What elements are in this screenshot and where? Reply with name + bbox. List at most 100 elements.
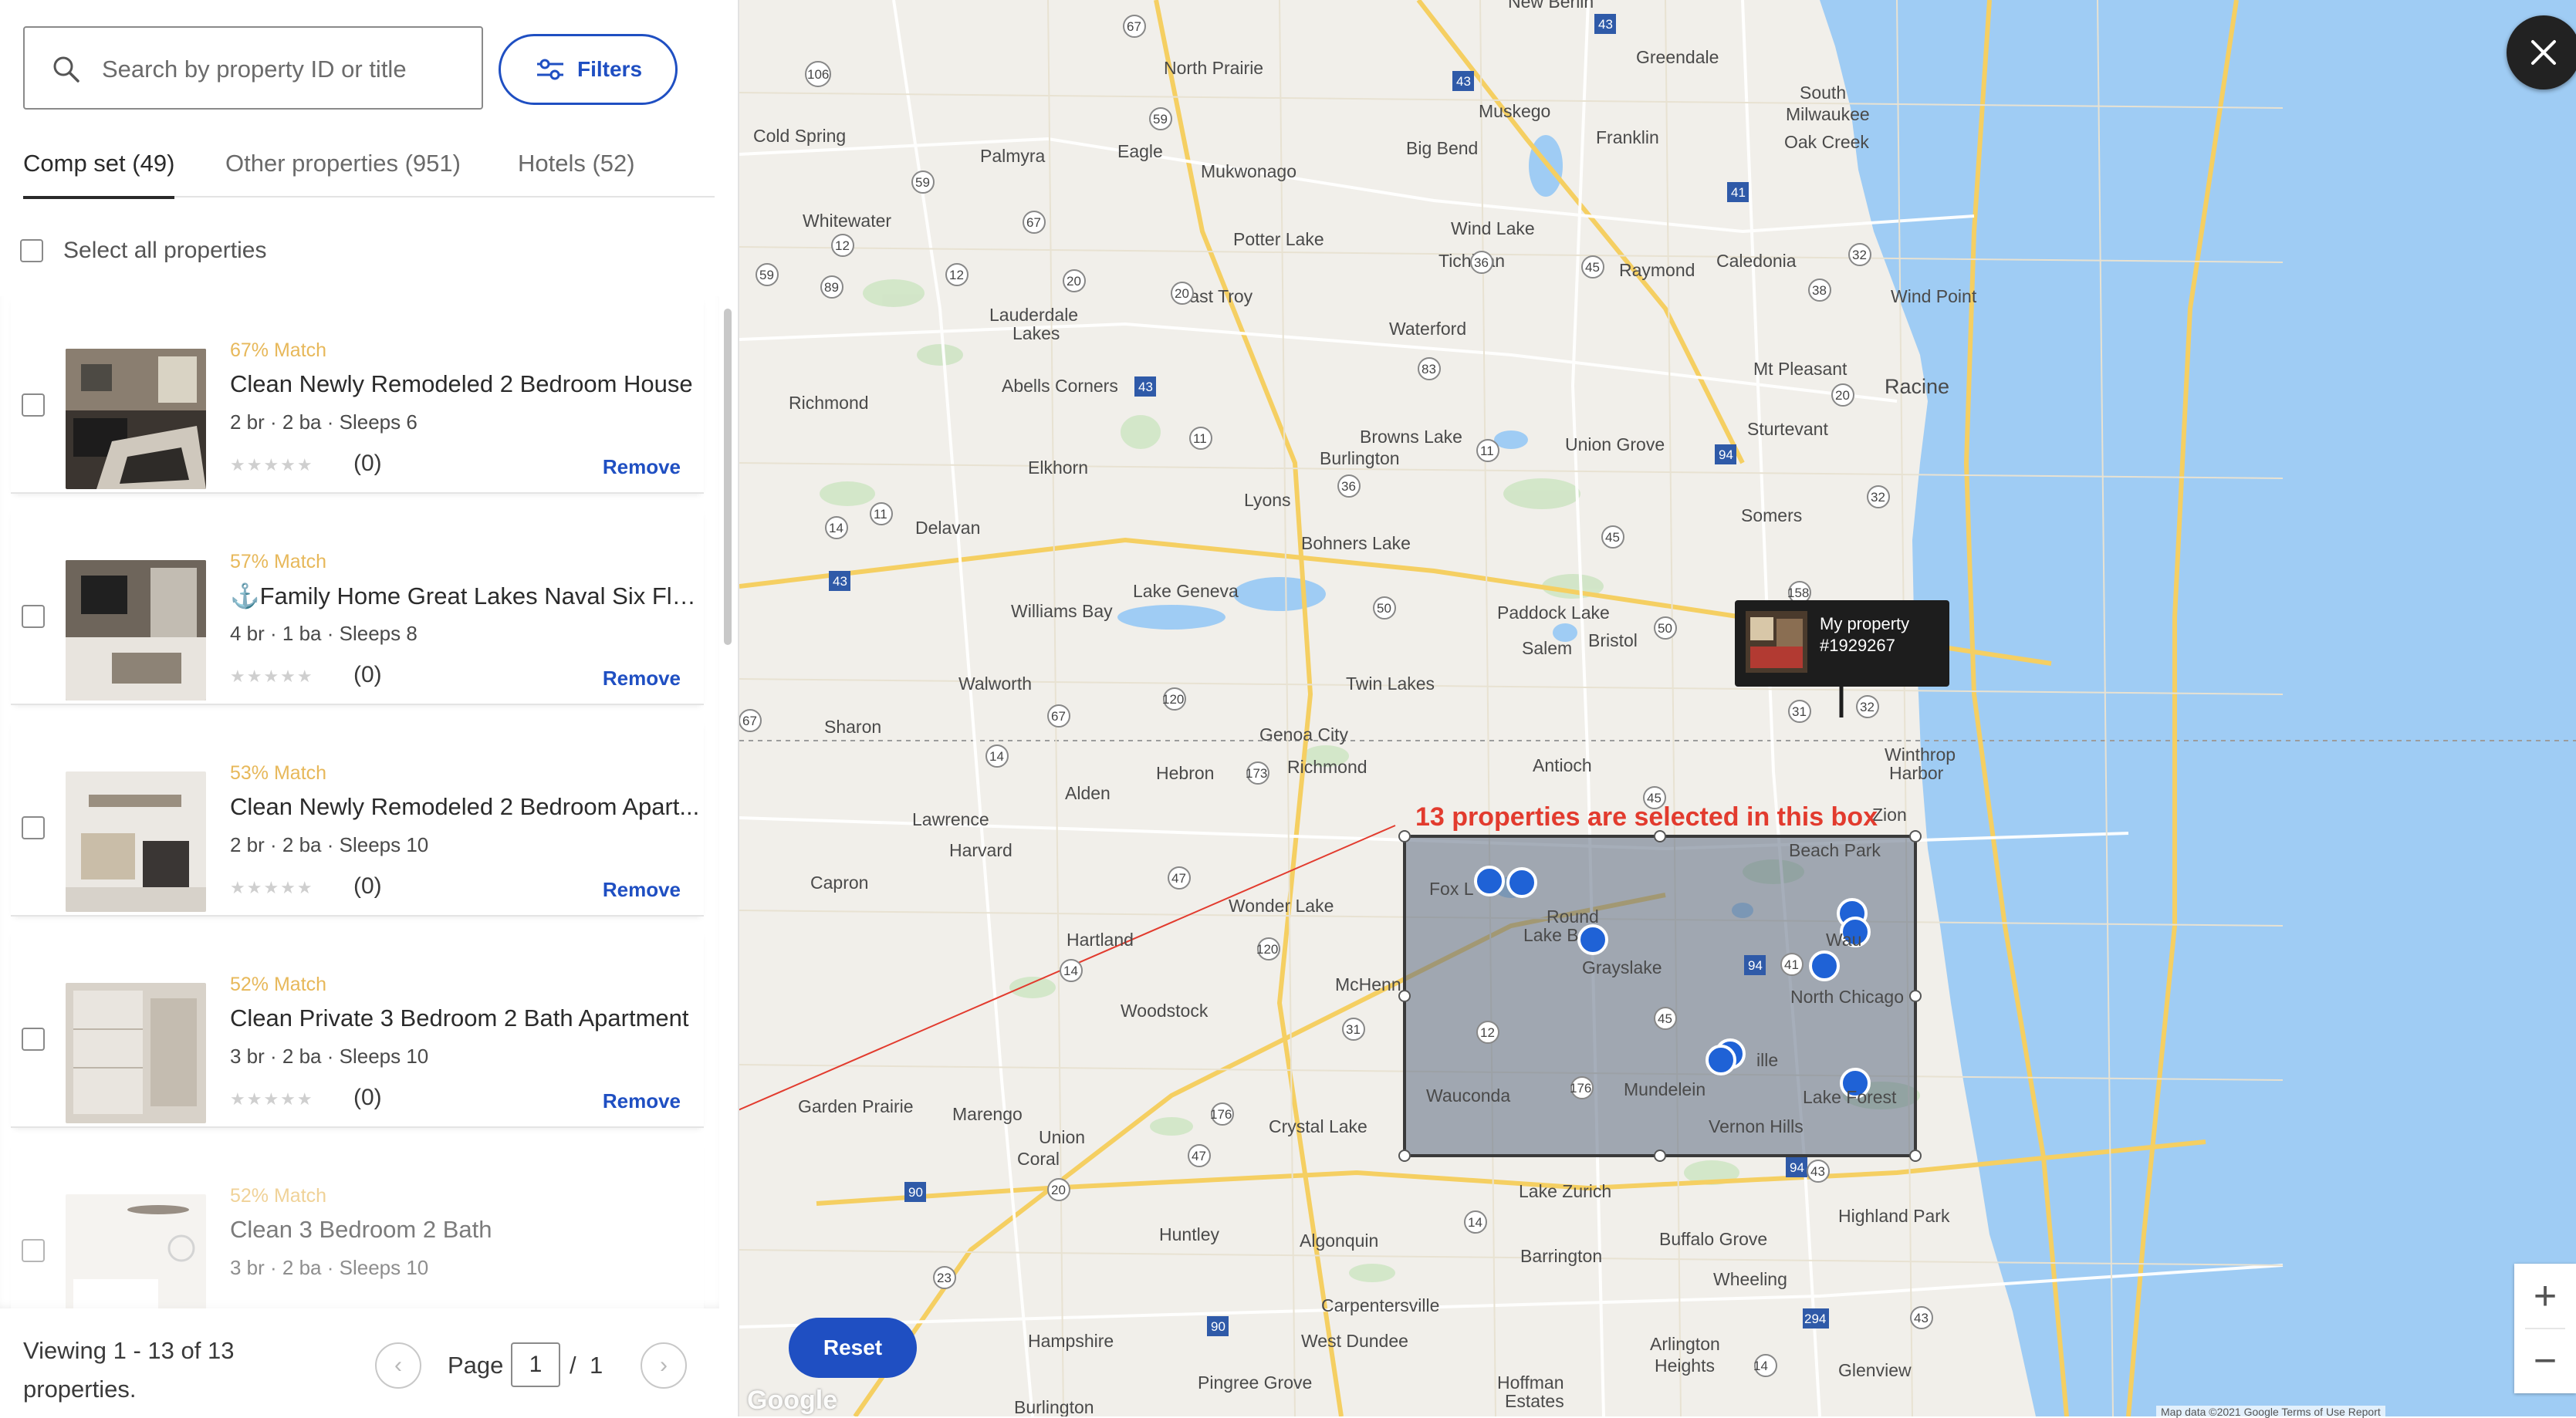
property-checkbox[interactable]	[22, 605, 45, 628]
map-place-label: Estates	[1505, 1391, 1564, 1411]
map-place-label: Hebron	[1156, 763, 1214, 783]
search-icon	[53, 56, 79, 83]
svg-text:43: 43	[1456, 74, 1471, 89]
map-place-label: Beach Park	[1789, 840, 1881, 860]
map-place-label: Crystal Lake	[1269, 1116, 1367, 1136]
review-count: (0)	[353, 1085, 382, 1110]
svg-text:14: 14	[1753, 1359, 1768, 1373]
svg-text:45: 45	[1658, 1011, 1672, 1026]
property-title[interactable]: Clean Newly Remodeled 2 Bedroom House	[230, 370, 708, 398]
svg-text:32: 32	[1860, 700, 1875, 714]
viewing-count: Viewing 1 - 13 of 13 properties.	[23, 1337, 235, 1403]
svg-text:41: 41	[1731, 185, 1746, 200]
map-place-label: Franklin	[1596, 127, 1659, 147]
property-checkbox[interactable]	[22, 816, 45, 839]
search-box[interactable]	[23, 26, 483, 110]
map-tiles[interactable]: North Prairie Greendale South Milwaukee …	[739, 0, 2576, 1416]
map-place-label: Barrington	[1520, 1246, 1602, 1266]
property-details: 2 br · 2 ba · Sleeps 6	[230, 410, 418, 434]
property-list[interactable]: 67% Match Clean Newly Remodeled 2 Bedroo…	[0, 296, 719, 1308]
filters-button[interactable]: Filters	[499, 34, 678, 105]
map-canvas[interactable]: North Prairie Greendale South Milwaukee …	[739, 0, 2576, 1416]
search-input[interactable]	[100, 49, 466, 89]
map-place-label: Antioch	[1533, 755, 1592, 775]
pagination-bar: Viewing 1 - 13 of 13 properties. ‹ Page …	[0, 1308, 738, 1416]
svg-text:43: 43	[1598, 17, 1613, 32]
map-place-label: Eagle	[1117, 141, 1163, 161]
zoom-in-button[interactable]: +	[2514, 1264, 2576, 1329]
svg-text:43: 43	[833, 574, 847, 589]
list-item[interactable]: 67% Match Clean Newly Remodeled 2 Bedroo…	[11, 296, 704, 494]
map-place-label: Oak Creek	[1784, 132, 1869, 152]
selection-annotation: 13 properties are selected in this box	[1415, 802, 1878, 832]
map-place-label: Burlington	[1320, 448, 1400, 468]
map-place-label: Lauderdale	[989, 305, 1078, 325]
svg-text:67: 67	[1127, 19, 1141, 34]
map-place-label: Hampshire	[1028, 1331, 1114, 1351]
remove-button[interactable]: Remove	[603, 667, 681, 690]
map-place-label: Wind Lake	[1451, 218, 1535, 238]
reset-button[interactable]: Reset	[789, 1318, 917, 1378]
map-place-label: Lakes	[1012, 323, 1060, 343]
map-place-label: Williams Bay	[1011, 601, 1113, 621]
map-place-label: Buffalo Grove	[1659, 1229, 1767, 1249]
svg-text:45: 45	[1585, 260, 1600, 275]
list-item[interactable]: 53% Match Clean Newly Remodeled 2 Bedroo…	[11, 719, 704, 917]
svg-text:89: 89	[824, 280, 839, 295]
list-item[interactable]: 52% Match Clean Private 3 Bedroom 2 Bath…	[11, 930, 704, 1128]
remove-button[interactable]: Remove	[603, 1089, 681, 1113]
remove-button[interactable]: Remove	[603, 455, 681, 479]
page-label: Page	[448, 1352, 504, 1379]
property-popup[interactable]: My property #1929267	[1735, 600, 1949, 687]
map-place-label: Genoa City	[1259, 724, 1349, 744]
list-item[interactable]: 52% Match Clean 3 Bedroom 2 Bath 3 br · …	[11, 1142, 704, 1308]
zoom-out-button[interactable]: −	[2514, 1329, 2576, 1393]
tab-other-properties[interactable]: Other properties (951)	[225, 150, 461, 177]
tab-hotels[interactable]: Hotels (52)	[518, 150, 635, 177]
remove-button[interactable]: Remove	[603, 878, 681, 902]
svg-text:59: 59	[1153, 112, 1168, 127]
property-checkbox[interactable]	[22, 393, 45, 417]
review-count: (0)	[353, 662, 382, 687]
select-all-checkbox[interactable]	[20, 239, 43, 262]
svg-text:83: 83	[1422, 362, 1436, 376]
page-input[interactable]: 1	[511, 1342, 560, 1387]
map-place-label: Big Bend	[1406, 138, 1478, 158]
chevron-left-icon: ‹	[394, 1352, 402, 1378]
tab-comp-set[interactable]: Comp set (49)	[23, 150, 175, 199]
svg-text:31: 31	[1792, 704, 1807, 719]
svg-text:12: 12	[835, 238, 850, 253]
svg-text:11: 11	[874, 507, 887, 522]
property-title[interactable]: Clean Private 3 Bedroom 2 Bath Apartment	[230, 1004, 708, 1032]
property-details: 3 br · 2 ba · Sleeps 10	[230, 1256, 429, 1279]
svg-text:176: 176	[1570, 1081, 1591, 1096]
svg-text:59: 59	[915, 175, 930, 190]
map-place-label: Abells Corners	[1002, 376, 1118, 396]
list-item[interactable]: 57% Match ⚓Family Home Great Lakes Naval…	[11, 508, 708, 705]
svg-text:12: 12	[949, 268, 964, 282]
property-title[interactable]: ⚓Family Home Great Lakes Naval Six Flag.…	[230, 582, 708, 610]
property-title[interactable]: Clean Newly Remodeled 2 Bedroom Apart...	[230, 793, 708, 821]
map-place-label: South	[1800, 83, 1846, 103]
star-rating: ★★★★★	[230, 455, 314, 474]
property-checkbox[interactable]	[22, 1028, 45, 1051]
svg-text:20: 20	[1175, 286, 1189, 301]
star-rating: ★★★★★	[230, 878, 314, 897]
select-all-row[interactable]: Select all properties	[20, 238, 266, 264]
property-checkbox[interactable]	[22, 1239, 45, 1262]
list-scrollbar-thumb[interactable]	[724, 309, 732, 645]
next-page-button[interactable]: ›	[641, 1342, 687, 1389]
svg-text:38: 38	[1812, 283, 1827, 298]
map-place-label: Highland Park	[1838, 1206, 1950, 1226]
map-place-label: Carpentersville	[1321, 1295, 1439, 1315]
map-place-label: Lawrence	[912, 809, 989, 829]
svg-text:41: 41	[1784, 957, 1799, 972]
map-place-label: Paddock Lake	[1497, 603, 1610, 623]
map-place-label: Grayslake	[1582, 957, 1662, 977]
close-button[interactable]	[2507, 15, 2576, 89]
property-title[interactable]: Clean 3 Bedroom 2 Bath	[230, 1216, 708, 1244]
map-place-label: Arlington	[1650, 1334, 1720, 1354]
filters-label: Filters	[576, 57, 643, 81]
svg-text:59: 59	[759, 268, 774, 282]
prev-page-button[interactable]: ‹	[375, 1342, 421, 1389]
